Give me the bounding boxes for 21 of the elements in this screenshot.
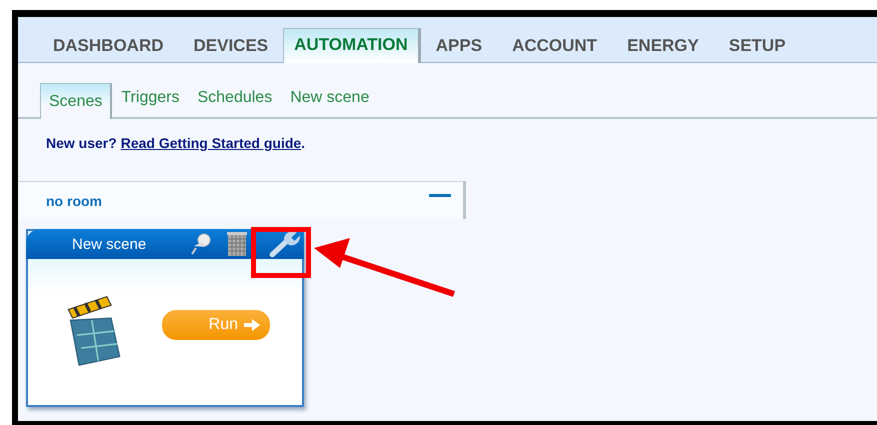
notice-text: New user? Read Getting Started guide. xyxy=(46,135,306,151)
nav-tab[interactable]: ACCOUNT xyxy=(497,36,612,62)
nav-tab[interactable]: ENERGY xyxy=(612,36,714,62)
nav-tab[interactable]: DEVICES xyxy=(178,36,284,62)
nav-tab[interactable]: APPS xyxy=(420,36,498,62)
nav-tab[interactable]: DASHBOARD xyxy=(38,36,178,62)
scene-title: New scene xyxy=(72,236,146,252)
arrow-icon xyxy=(244,319,260,331)
highlight-box xyxy=(251,227,311,278)
sub-tab[interactable]: Schedules xyxy=(188,89,282,117)
nav-tab[interactable]: AUTOMATION xyxy=(283,28,421,63)
sub-tab[interactable]: New scene xyxy=(281,89,378,117)
guide-link[interactable]: Read Getting Started guide xyxy=(120,135,302,151)
pin-icon[interactable] xyxy=(190,232,212,256)
room-title: no room xyxy=(46,192,102,208)
wrench-icon[interactable] xyxy=(268,229,302,259)
nav-tab[interactable]: SETUP xyxy=(714,36,801,62)
sub-tab[interactable]: Triggers xyxy=(112,89,188,117)
trash-icon[interactable] xyxy=(226,231,248,257)
sub-tab[interactable]: Scenes xyxy=(40,83,112,119)
minus-icon xyxy=(429,194,451,198)
